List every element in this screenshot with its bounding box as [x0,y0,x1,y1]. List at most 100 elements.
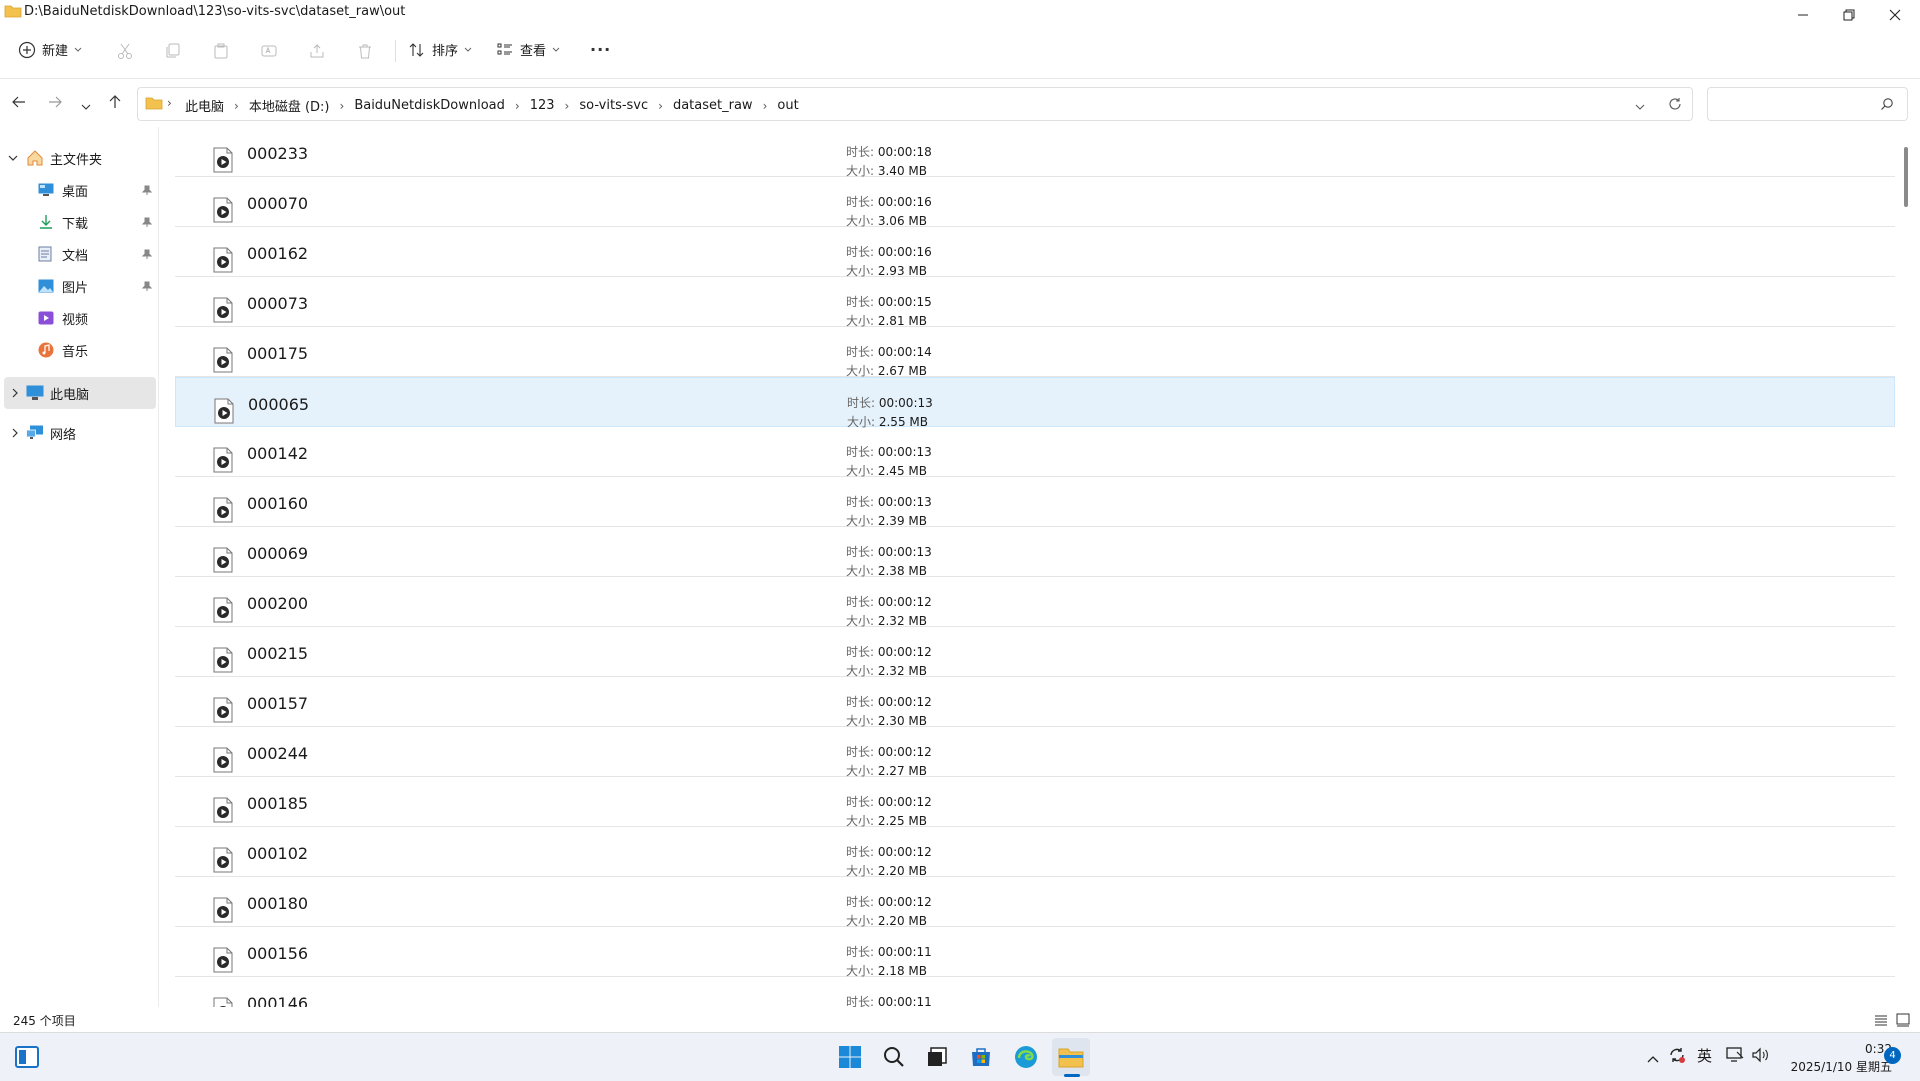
details-view-icon [1875,1015,1887,1026]
size-value: 2.32 MB [877,614,927,628]
up-button[interactable] [107,94,127,114]
breadcrumb-this-pc[interactable]: 此电脑 [183,96,226,115]
file-name: 000146 [247,994,309,1007]
back-button[interactable] [11,94,31,114]
sidebar-item-videos[interactable]: 视频 [38,302,158,334]
size-value: 3.40 MB [877,164,927,178]
widgets-button[interactable] [14,1044,40,1070]
duration-value: 00:00:16 [877,195,932,209]
breadcrumb-out[interactable]: out [775,98,800,113]
file-row[interactable]: 000142 时长: 00:00:13 大小: 2.45 MB [175,427,1895,478]
network-tray-icon[interactable] [1726,1046,1744,1068]
file-name: 000180 [247,894,309,913]
file-row[interactable]: 000146 时长: 00:00:11 [175,977,1895,1007]
audio-file-icon [213,547,233,573]
duration-label: 时长: [847,396,879,410]
edge-browser-button[interactable] [1013,1044,1039,1070]
more-options-button[interactable]: ··· [590,40,611,59]
arrow-up-icon [109,95,121,108]
refresh-button[interactable] [1668,96,1684,112]
search-input[interactable] [1707,87,1908,121]
duration-value: 00:00:13 [878,396,933,410]
file-row[interactable]: 000244 时长: 00:00:12 大小: 2.27 MB [175,727,1895,778]
copy-button[interactable] [163,41,183,61]
sidebar-item-label: 视频 [62,312,89,328]
sync-tray-icon[interactable] [1668,1046,1686,1068]
size-label: 大小: [846,664,878,678]
sidebar-item-label: 网络 [50,427,77,443]
sidebar-item-network[interactable]: 网络 [4,417,156,449]
breadcrumb-so-vits-svc[interactable]: so-vits-svc [577,98,650,113]
size-label: 大小: [846,764,878,778]
file-row[interactable]: 000233 时长: 00:00:18 大小: 3.40 MB [175,127,1895,178]
size-value: 2.38 MB [877,564,927,578]
file-row[interactable]: 000162 时长: 00:00:16 大小: 2.93 MB [175,227,1895,278]
show-hidden-icons-button[interactable] [1646,1049,1660,1068]
sidebar-item-documents[interactable]: 文档 [38,238,158,270]
file-row[interactable]: 000160 时长: 00:00:13 大小: 2.39 MB [175,477,1895,528]
sidebar-item-this-pc[interactable]: 此电脑 [4,377,156,409]
taskbar-search-button[interactable] [881,1044,907,1070]
file-row[interactable]: 000065 时长: 00:00:13 大小: 2.55 MB [175,377,1895,429]
paste-button[interactable] [211,41,231,61]
new-button[interactable]: 新建 [18,40,82,59]
size-value: 2.32 MB [877,664,927,678]
input-method-indicator[interactable]: 英 [1697,1045,1712,1066]
audio-file-icon [213,247,233,273]
pane-divider [158,127,159,1007]
file-row[interactable]: 000185 时长: 00:00:12 大小: 2.25 MB [175,777,1895,828]
scrollbar-thumb[interactable] [1904,147,1908,207]
sidebar-item-desktop[interactable]: 桌面 [38,174,158,206]
duration-value: 00:00:12 [877,595,932,609]
file-row[interactable]: 000180 时长: 00:00:12 大小: 2.20 MB [175,877,1895,928]
duration-value: 00:00:12 [877,845,932,859]
file-row[interactable]: 000157 时长: 00:00:12 大小: 2.30 MB [175,677,1895,728]
close-button[interactable] [1872,0,1918,30]
file-explorer-button[interactable] [1058,1044,1084,1070]
audio-file-icon [213,447,233,473]
tiles-view-button[interactable] [1896,1012,1912,1028]
sidebar-item-home[interactable]: 主文件夹 [8,142,158,174]
file-row[interactable]: 000073 时长: 00:00:15 大小: 2.81 MB [175,277,1895,328]
clock[interactable]: 0:32 2025/1/10 星期五 [1782,1040,1892,1076]
forward-button[interactable] [47,94,67,114]
sort-button[interactable]: 排序 [408,40,472,59]
breadcrumb-local-disk[interactable]: 本地磁盘 (D:) [247,96,332,115]
rename-button[interactable] [259,41,279,61]
sidebar-item-downloads[interactable]: 下载 [38,206,158,238]
chevron-up-icon [1647,1056,1659,1063]
file-row[interactable]: 000215 时长: 00:00:12 大小: 2.32 MB [175,627,1895,678]
cut-button[interactable] [115,41,135,61]
plus-circle-icon [18,41,36,58]
file-row[interactable]: 000102 时长: 00:00:12 大小: 2.20 MB [175,827,1895,878]
sidebar-item-music[interactable]: 音乐 [38,334,158,366]
recent-locations-button[interactable] [80,97,94,111]
file-name: 000069 [247,544,309,563]
file-row[interactable]: 000069 时长: 00:00:13 大小: 2.38 MB [175,527,1895,578]
sidebar-item-pictures[interactable]: 图片 [38,270,158,302]
task-view-button[interactable] [924,1044,950,1070]
details-view-button[interactable] [1874,1012,1890,1028]
file-row[interactable]: 000156 时长: 00:00:11 大小: 2.18 MB [175,927,1895,978]
view-button[interactable]: 查看 [496,40,560,59]
file-row[interactable]: 000200 时长: 00:00:12 大小: 2.32 MB [175,577,1895,628]
address-history-button[interactable] [1634,97,1648,111]
file-duration: 时长: 00:00:16 [846,243,932,260]
file-row[interactable]: 000175 时长: 00:00:14 大小: 2.67 MB [175,327,1895,378]
microsoft-store-button[interactable] [968,1044,994,1070]
breadcrumb-123[interactable]: 123 [528,98,557,113]
chevron-down-icon [8,155,18,161]
minimize-button[interactable] [1780,0,1826,30]
volume-tray-icon[interactable] [1751,1046,1769,1068]
size-value: 2.81 MB [877,314,927,328]
restore-button[interactable] [1826,0,1872,30]
start-button[interactable] [837,1044,863,1070]
sidebar-item-label: 下载 [62,216,89,232]
delete-button[interactable] [355,41,375,61]
share-button[interactable] [307,41,327,61]
breadcrumb-baidunetdiskdownload[interactable]: BaiduNetdiskDownload [352,98,507,113]
breadcrumb-dataset-raw[interactable]: dataset_raw [671,98,755,113]
file-row[interactable]: 000070 时长: 00:00:16 大小: 3.06 MB [175,177,1895,228]
file-duration: 时长: 00:00:12 [846,593,932,610]
notification-badge[interactable]: 4 [1884,1047,1901,1064]
